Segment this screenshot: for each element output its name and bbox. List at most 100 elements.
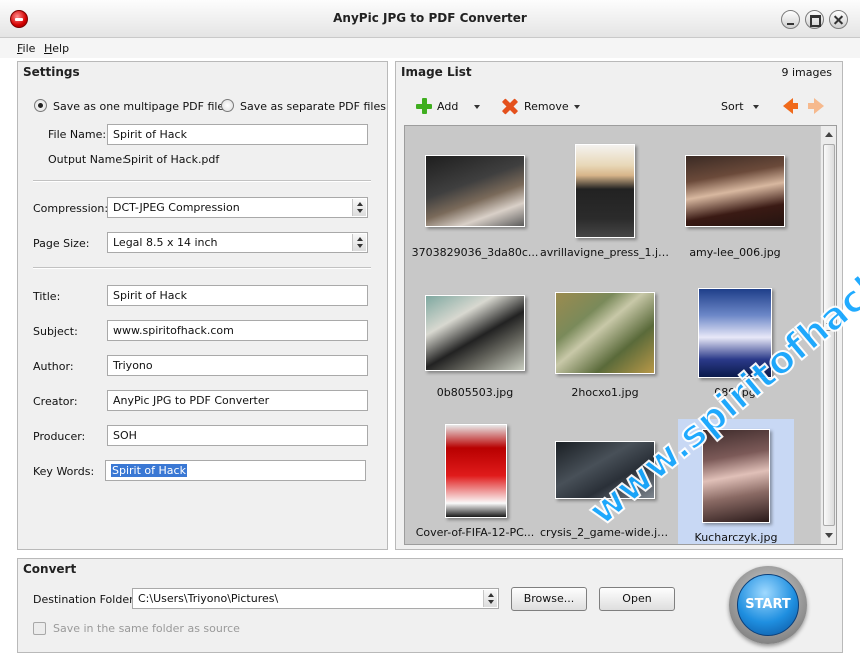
image-tile[interactable]: Cover-of-FIFA-12-PC... — [410, 421, 540, 544]
multipage-radio-label[interactable]: Save as one multipage PDF file — [53, 100, 224, 113]
convert-title: Convert — [23, 562, 77, 576]
remove-label: Remove — [524, 100, 569, 113]
page-size-select[interactable]: Legal 8.5 x 14 inch — [107, 232, 368, 253]
convert-panel: Convert Destination Folder: C:\Users\Tri… — [17, 558, 843, 653]
image-thumbnail — [555, 292, 655, 374]
remove-x-icon — [502, 98, 518, 114]
file-name-label: File Name: — [48, 128, 107, 141]
image-tile-selected[interactable]: Kucharczyk.jpg — [678, 419, 794, 544]
menu-help[interactable]: Help — [44, 42, 69, 55]
image-thumbnail — [685, 155, 785, 227]
image-list-title: Image List — [401, 65, 472, 79]
chevron-down-icon[interactable] — [753, 105, 759, 109]
image-tile[interactable]: 3703829036_3da80c... — [410, 141, 540, 271]
output-name-label: Output Name: — [48, 153, 126, 166]
destination-folder-select[interactable]: C:\Users\Triyono\Pictures\ — [132, 588, 499, 609]
minimize-button[interactable] — [781, 10, 800, 29]
destination-label: Destination Folder: — [33, 593, 138, 606]
same-folder-checkbox[interactable] — [33, 622, 46, 635]
window-title: AnyPic JPG to PDF Converter — [333, 11, 527, 25]
image-filename: amy-lee_006.jpg — [689, 246, 781, 259]
image-filename: 2hocxo1.jpg — [571, 386, 639, 399]
image-tile[interactable]: avrillavigne_press_1.jpg — [540, 141, 670, 271]
menu-bar: File Help — [0, 38, 860, 58]
keywords-selected-text: Spirit of Hack — [111, 464, 187, 477]
separator — [33, 180, 371, 182]
image-filename: 3703829036_3da80c... — [411, 246, 539, 259]
image-list-panel: Image List 9 images Add Remove Sort 3703… — [395, 61, 843, 550]
settings-panel: Settings Save as one multipage PDF file … — [17, 61, 388, 550]
separator — [33, 267, 371, 269]
output-name-value: Spirit of Hack.pdf — [124, 153, 220, 166]
image-filename: Kucharczyk.jpg — [694, 531, 778, 544]
subject-label: Subject: — [33, 325, 78, 338]
page-size-label: Page Size: — [33, 237, 90, 250]
page-size-value: Legal 8.5 x 14 inch — [113, 236, 218, 249]
subject-field[interactable]: www.spiritofhack.com — [107, 320, 368, 341]
add-button[interactable]: Add — [416, 96, 486, 118]
same-folder-label: Save in the same folder as source — [53, 622, 240, 635]
add-label: Add — [437, 100, 459, 113]
compression-value: DCT-JPEG Compression — [113, 201, 240, 214]
gallery-scrollbar[interactable] — [820, 126, 836, 544]
title-bar: AnyPic JPG to PDF Converter — [0, 0, 860, 38]
separate-radio-label[interactable]: Save as separate PDF files — [240, 100, 386, 113]
image-tile[interactable]: 0b805503.jpg — [410, 281, 540, 411]
image-filename: 0b805503.jpg — [436, 386, 514, 399]
file-name-field[interactable]: Spirit of Hack — [107, 124, 368, 145]
creator-field[interactable]: AnyPic JPG to PDF Converter — [107, 390, 368, 411]
remove-button[interactable]: Remove — [502, 96, 590, 118]
menu-file[interactable]: File — [17, 42, 35, 55]
browse-button[interactable]: Browse... — [511, 587, 587, 611]
arrow-right-icon[interactable] — [808, 98, 824, 114]
destination-value: C:\Users\Triyono\Pictures\ — [138, 592, 279, 605]
start-label: START — [737, 574, 799, 636]
image-filename: 080.jpg — [714, 386, 756, 399]
creator-label: Creator: — [33, 395, 78, 408]
updown-arrow-icon[interactable] — [352, 199, 366, 216]
close-button[interactable] — [829, 10, 848, 29]
image-tile[interactable]: crysis_2_game-wide.jpg — [540, 421, 670, 544]
separate-radio[interactable] — [221, 99, 234, 112]
image-thumbnail — [425, 295, 525, 371]
sort-label: Sort — [721, 100, 744, 113]
updown-arrow-icon[interactable] — [483, 590, 497, 607]
image-tile[interactable]: 2hocxo1.jpg — [540, 281, 670, 411]
image-filename: Cover-of-FIFA-12-PC... — [415, 526, 535, 539]
chevron-down-icon[interactable] — [574, 105, 580, 109]
title-label: Title: — [33, 290, 61, 303]
image-count: 9 images — [781, 66, 833, 79]
image-filename: avrillavigne_press_1.jpg — [540, 246, 670, 259]
compression-select[interactable]: DCT-JPEG Compression — [107, 197, 368, 218]
title-field[interactable]: Spirit of Hack — [107, 285, 368, 306]
image-thumbnail — [425, 155, 525, 227]
arrow-left-icon[interactable] — [783, 98, 798, 114]
plus-icon — [416, 98, 432, 114]
settings-title: Settings — [23, 65, 80, 79]
maximize-button[interactable] — [805, 10, 824, 29]
image-thumbnail — [555, 441, 655, 499]
image-tile[interactable]: 080.jpg — [670, 281, 800, 411]
scrollbar-thumb[interactable] — [823, 144, 835, 526]
author-field[interactable]: Triyono — [107, 355, 368, 376]
image-thumbnail — [445, 424, 507, 518]
producer-field[interactable]: SOH — [107, 425, 368, 446]
author-label: Author: — [33, 360, 74, 373]
image-tile[interactable]: amy-lee_006.jpg — [670, 141, 800, 271]
image-filename: crysis_2_game-wide.jpg — [540, 526, 670, 539]
image-thumbnail — [575, 144, 635, 238]
producer-label: Producer: — [33, 430, 86, 443]
open-button[interactable]: Open — [599, 587, 675, 611]
compression-label: Compression: — [33, 202, 109, 215]
updown-arrow-icon[interactable] — [352, 234, 366, 251]
start-button[interactable]: START — [729, 566, 807, 644]
chevron-down-icon[interactable] — [474, 105, 480, 109]
keywords-field[interactable]: Spirit of Hack — [105, 460, 366, 481]
scroll-up-icon[interactable] — [825, 132, 833, 137]
image-thumbnail — [698, 288, 772, 378]
multipage-radio[interactable] — [34, 99, 47, 112]
image-thumbnail — [702, 429, 770, 523]
image-gallery[interactable]: 3703829036_3da80c... avrillavigne_press_… — [404, 125, 837, 545]
sort-button[interactable]: Sort — [721, 96, 766, 118]
scroll-down-icon[interactable] — [825, 533, 833, 538]
